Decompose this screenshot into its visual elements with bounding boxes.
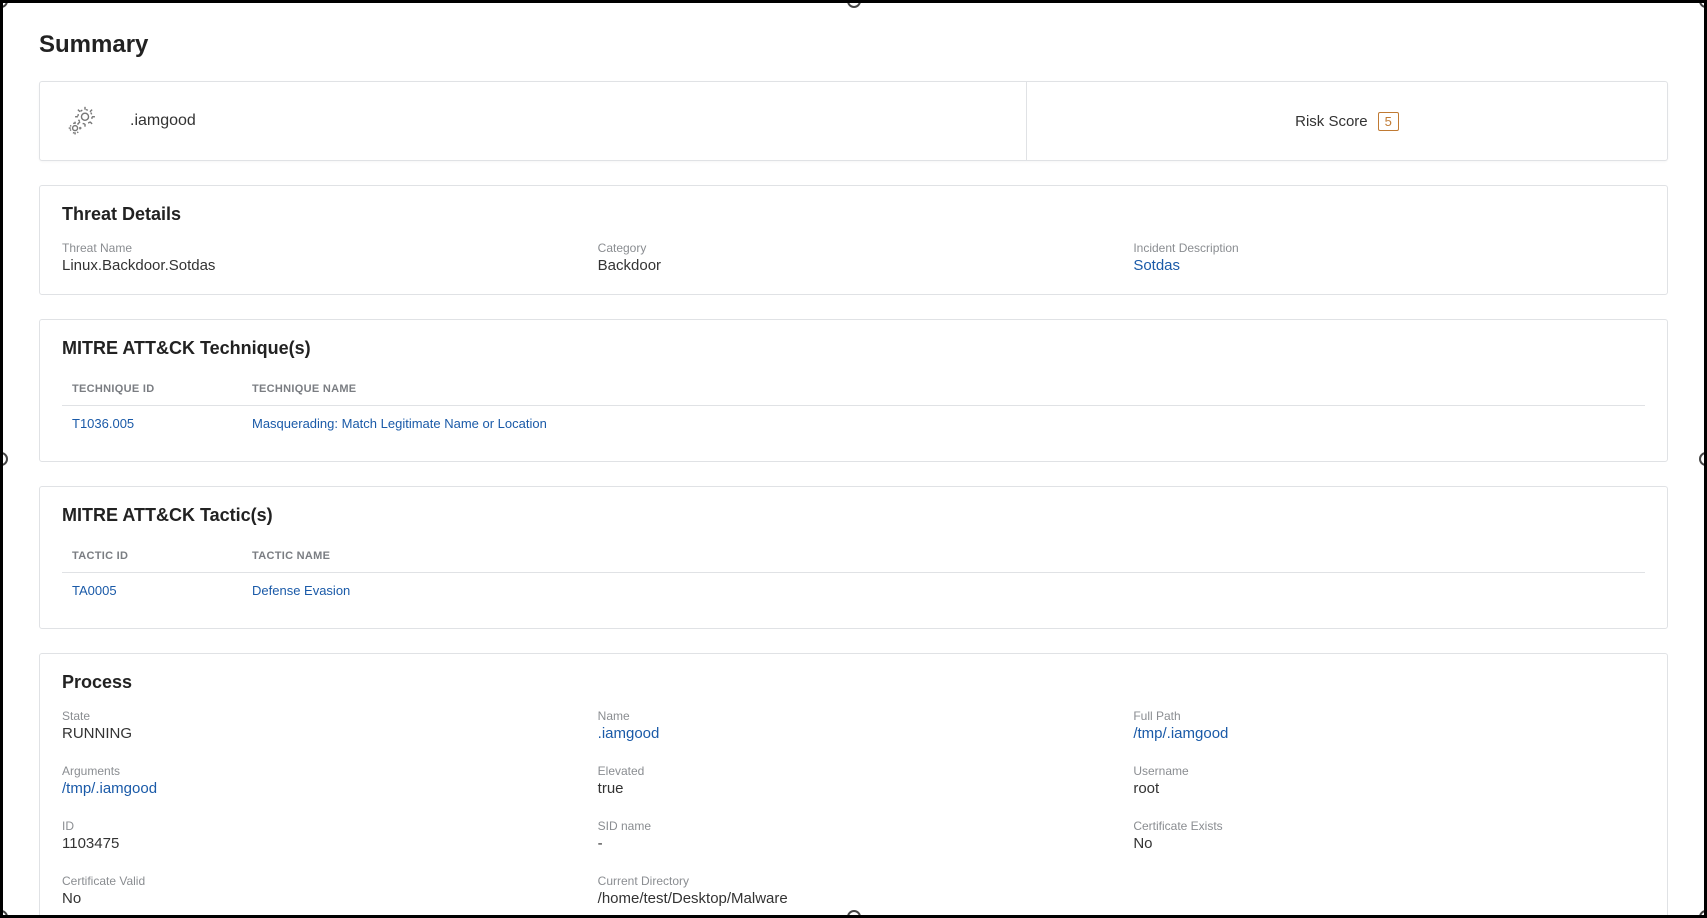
- process-card: Process State RUNNING Name .iamgood Full…: [39, 653, 1668, 918]
- process-username-field: Username root: [1133, 764, 1645, 797]
- mitre-tactics-table: TACTIC ID TACTIC NAME TA0005 Defense Eva…: [62, 542, 1645, 608]
- table-row[interactable]: T1036.005 Masquerading: Match Legitimate…: [62, 406, 1645, 442]
- field-value: /home/test/Desktop/Malware: [598, 890, 1110, 907]
- field-value-link[interactable]: Sotdas: [1133, 257, 1645, 274]
- process-cwd-field: Current Directory /home/test/Desktop/Mal…: [598, 874, 1110, 907]
- process-fullpath-field: Full Path /tmp/.iamgood: [1133, 709, 1645, 742]
- process-empty-cell: [1133, 874, 1645, 907]
- field-value: root: [1133, 780, 1645, 797]
- process-sidname-field: SID name -: [598, 819, 1110, 852]
- field-label: Certificate Valid: [62, 874, 574, 888]
- tactic-name-link[interactable]: Defense Evasion: [242, 573, 1645, 609]
- process-elevated-field: Elevated true: [598, 764, 1110, 797]
- risk-score-badge: 5: [1378, 112, 1399, 131]
- field-label: Incident Description: [1133, 241, 1645, 255]
- process-id-field: ID 1103475: [62, 819, 574, 852]
- field-label: Threat Name: [62, 241, 574, 255]
- mitre-techniques-title: MITRE ATT&CK Technique(s): [62, 338, 1645, 359]
- resize-handle-mr[interactable]: [1699, 452, 1707, 466]
- incident-description-field: Incident Description Sotdas: [1133, 241, 1645, 274]
- threat-details-title: Threat Details: [62, 204, 1645, 225]
- techniques-col-name: TECHNIQUE NAME: [242, 375, 1645, 406]
- mitre-tactics-title: MITRE ATT&CK Tactic(s): [62, 505, 1645, 526]
- field-value: No: [62, 890, 574, 907]
- field-value-link[interactable]: /tmp/.iamgood: [1133, 725, 1645, 742]
- field-value: No: [1133, 835, 1645, 852]
- field-value-link[interactable]: .iamgood: [598, 725, 1110, 742]
- resize-handle-ml[interactable]: [0, 452, 8, 466]
- tactics-col-id: TACTIC ID: [62, 542, 242, 573]
- field-label: Elevated: [598, 764, 1110, 778]
- summary-header-right: Risk Score 5: [1027, 82, 1667, 160]
- tactic-id-link[interactable]: TA0005: [62, 573, 242, 609]
- resize-handle-br[interactable]: [1699, 910, 1707, 918]
- field-label: State: [62, 709, 574, 723]
- field-value: true: [598, 780, 1110, 797]
- resize-handle-tm[interactable]: [847, 0, 861, 8]
- techniques-col-id: TECHNIQUE ID: [62, 375, 242, 406]
- risk-score-label: Risk Score: [1295, 113, 1368, 130]
- field-label: Category: [598, 241, 1110, 255]
- mitre-techniques-table: TECHNIQUE ID TECHNIQUE NAME T1036.005 Ma…: [62, 375, 1645, 441]
- field-value: 1103475: [62, 835, 574, 852]
- summary-header-card: .iamgood Risk Score 5: [39, 81, 1668, 161]
- resize-handle-tr[interactable]: [1699, 0, 1707, 8]
- page-title: Summary: [39, 31, 1668, 59]
- tactics-col-name: TACTIC NAME: [242, 542, 1645, 573]
- process-certexists-field: Certificate Exists No: [1133, 819, 1645, 852]
- threat-category-field: Category Backdoor: [598, 241, 1110, 274]
- field-value: RUNNING: [62, 725, 574, 742]
- field-value: Backdoor: [598, 257, 1110, 274]
- field-value: Linux.Backdoor.Sotdas: [62, 257, 574, 274]
- field-label: ID: [62, 819, 574, 833]
- technique-name-link[interactable]: Masquerading: Match Legitimate Name or L…: [242, 406, 1645, 442]
- mitre-techniques-card: MITRE ATT&CK Technique(s) TECHNIQUE ID T…: [39, 319, 1668, 462]
- threat-details-card: Threat Details Threat Name Linux.Backdoo…: [39, 185, 1668, 295]
- table-row[interactable]: TA0005 Defense Evasion: [62, 573, 1645, 609]
- process-name-field: Name .iamgood: [598, 709, 1110, 742]
- field-label: Arguments: [62, 764, 574, 778]
- field-label: Name: [598, 709, 1110, 723]
- field-value: -: [598, 835, 1110, 852]
- process-arguments-field: Arguments /tmp/.iamgood: [62, 764, 574, 797]
- field-label: Username: [1133, 764, 1645, 778]
- process-state-field: State RUNNING: [62, 709, 574, 742]
- header-process-name: .iamgood: [130, 112, 196, 130]
- summary-header-left: .iamgood: [40, 82, 1027, 160]
- resize-handle-tl[interactable]: [0, 0, 8, 8]
- process-title: Process: [62, 672, 1645, 693]
- mitre-tactics-card: MITRE ATT&CK Tactic(s) TACTIC ID TACTIC …: [39, 486, 1668, 629]
- resize-handle-bl[interactable]: [0, 910, 8, 918]
- field-label: SID name: [598, 819, 1110, 833]
- field-label: Full Path: [1133, 709, 1645, 723]
- selection-frame: Summary: [0, 0, 1707, 918]
- field-value-link[interactable]: /tmp/.iamgood: [62, 780, 574, 797]
- threat-name-field: Threat Name Linux.Backdoor.Sotdas: [62, 241, 574, 274]
- process-certvalid-field: Certificate Valid No: [62, 874, 574, 907]
- technique-id-link[interactable]: T1036.005: [62, 406, 242, 442]
- field-label: Current Directory: [598, 874, 1110, 888]
- gears-icon: [62, 98, 108, 144]
- field-label: Certificate Exists: [1133, 819, 1645, 833]
